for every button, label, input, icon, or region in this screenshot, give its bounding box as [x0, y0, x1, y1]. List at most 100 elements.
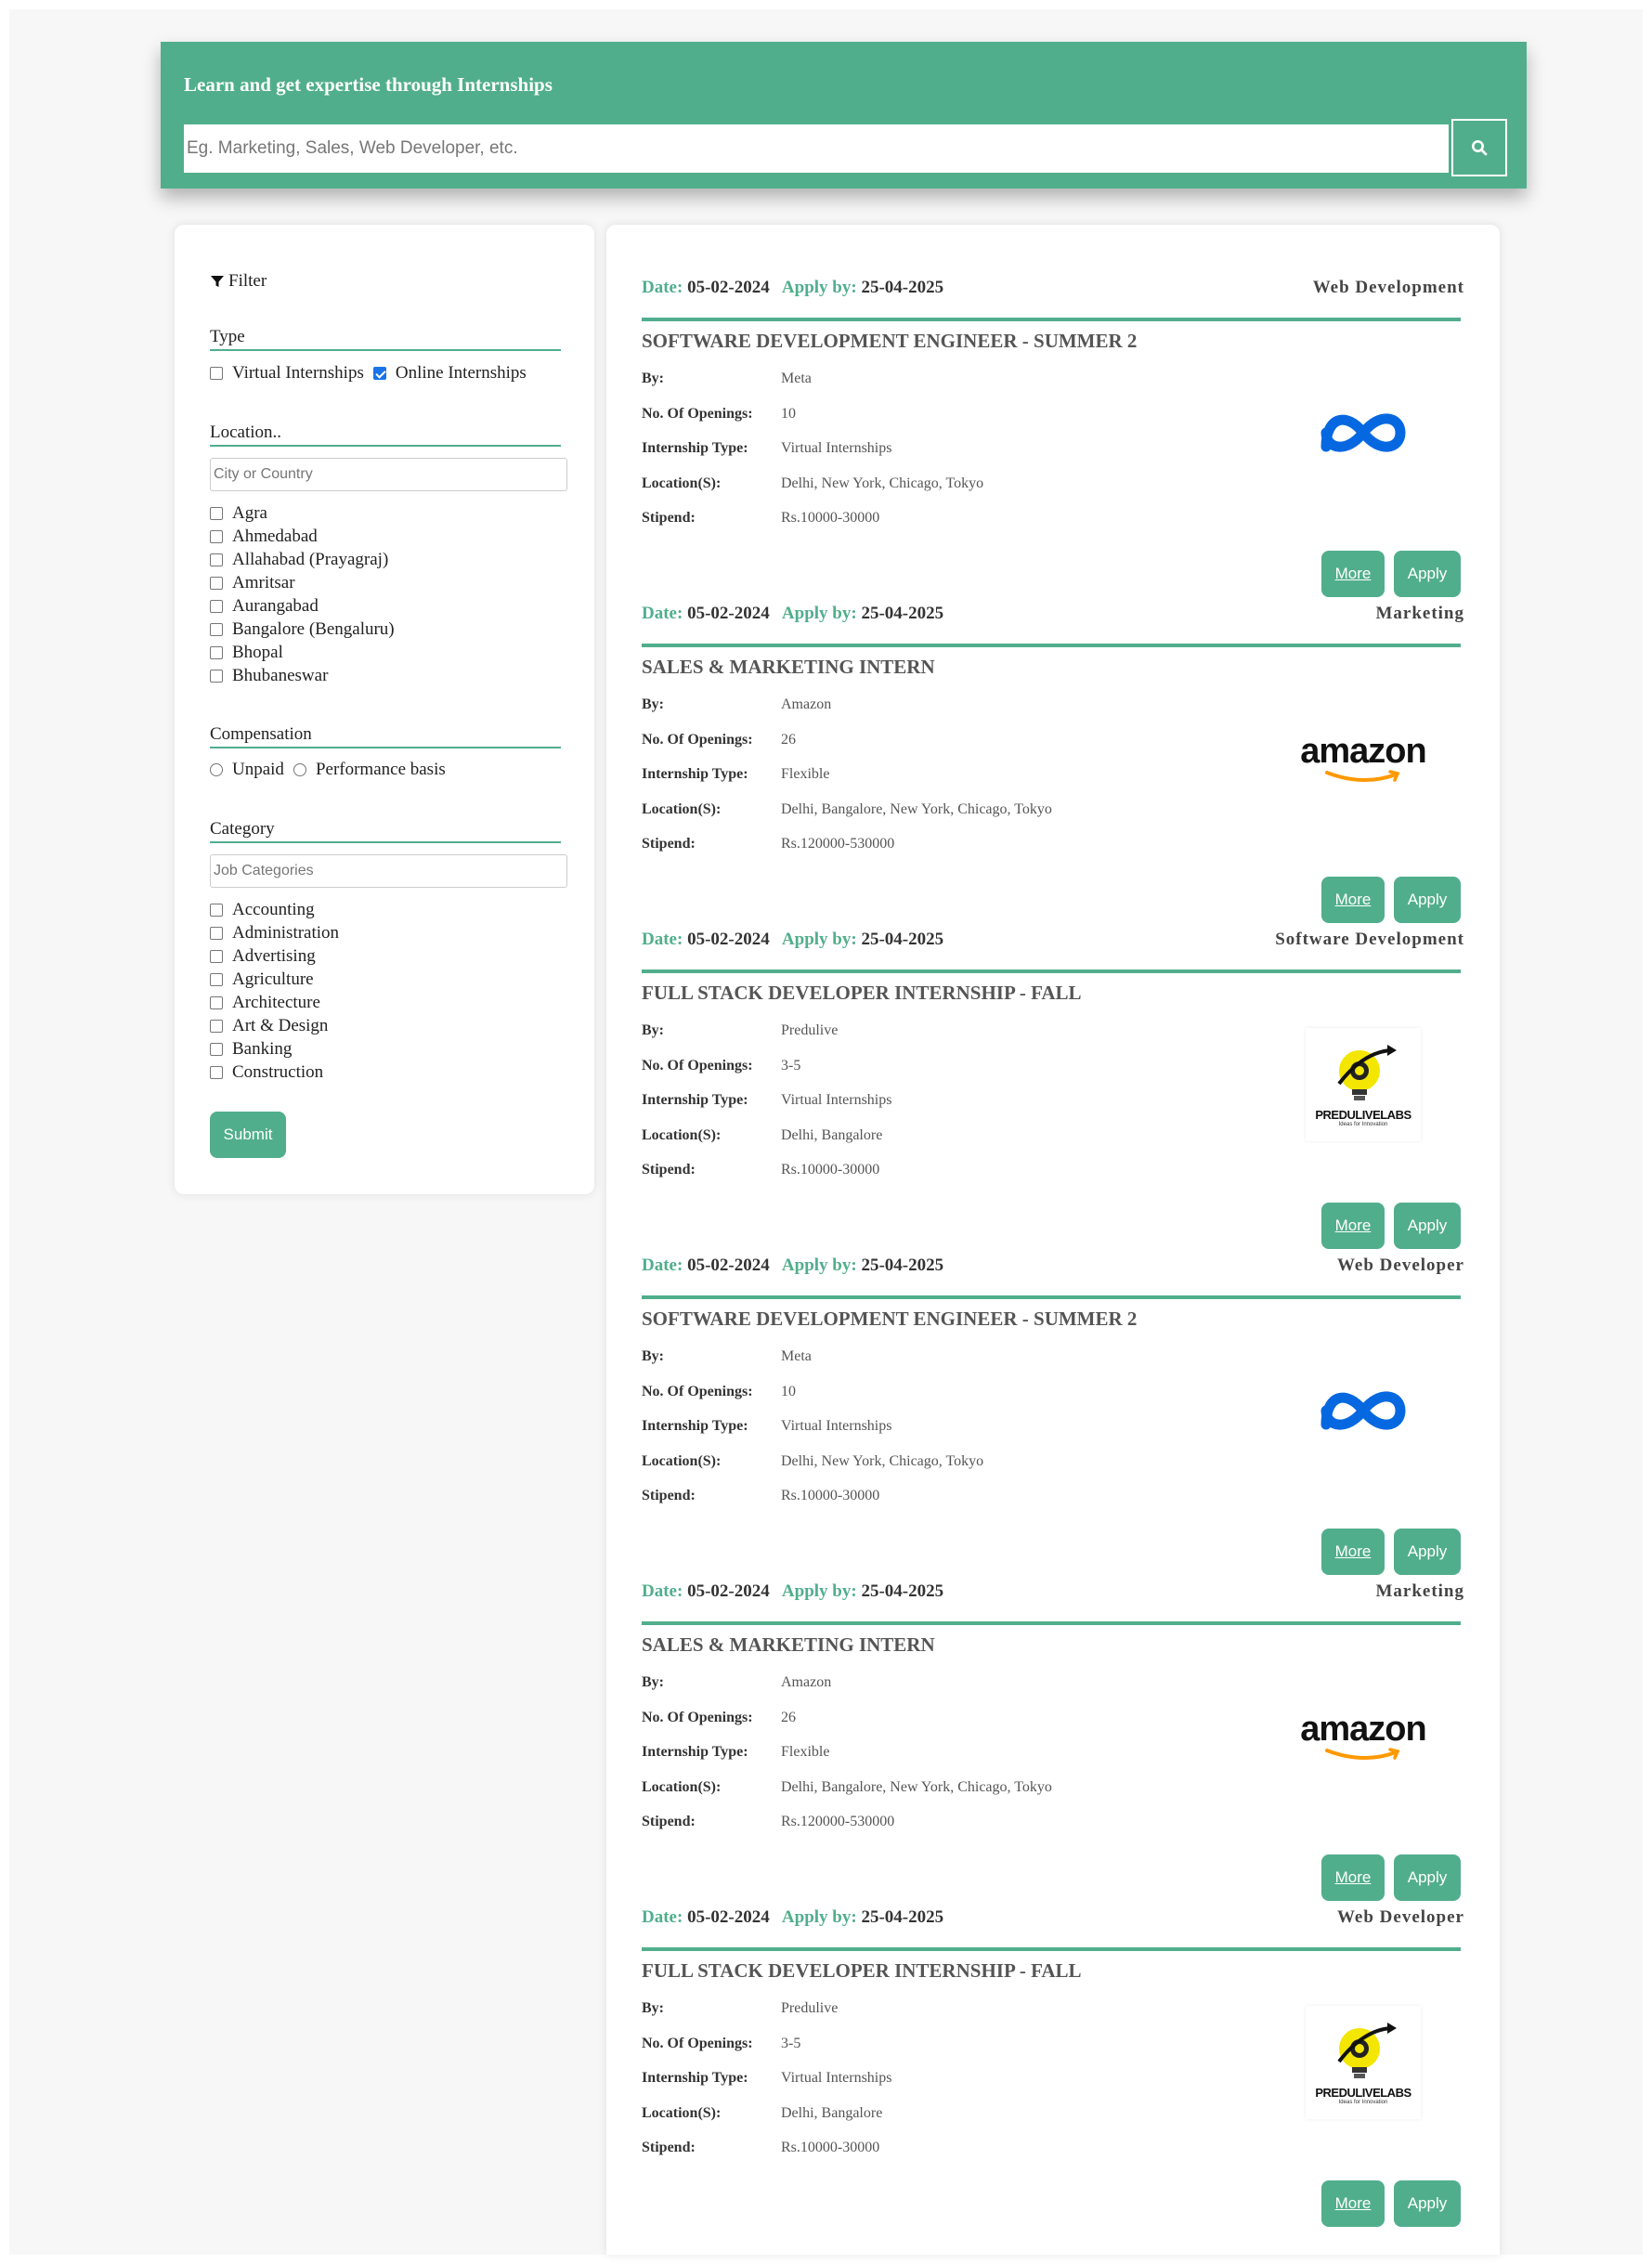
location-option[interactable]: Agra	[210, 503, 267, 524]
location-option[interactable]: Amritsar	[210, 573, 295, 593]
performance-radio[interactable]	[293, 763, 306, 776]
internship-card: Date: 05-02-2024 Apply by: 25-04-2025 Ma…	[606, 604, 1500, 930]
more-button[interactable]: More	[1321, 1854, 1385, 1901]
posted-date: 05-02-2024	[687, 930, 770, 949]
company-label: By:	[642, 2000, 664, 2016]
type-label: Internship Type:	[642, 766, 748, 782]
more-button[interactable]: More	[1321, 1529, 1385, 1575]
category-checkbox[interactable]	[210, 950, 223, 963]
category-option[interactable]: Construction	[210, 1062, 323, 1083]
location-heading: Location..	[210, 423, 561, 447]
location-search-input[interactable]: City or Country	[210, 458, 567, 491]
location-option[interactable]: Ahmedabad	[210, 527, 318, 547]
location-checkbox[interactable]	[210, 623, 223, 636]
category-option[interactable]: Administration	[210, 923, 339, 943]
hero-banner: Learn and get expertise through Internsh…	[161, 42, 1527, 189]
category-label: Art & Design	[232, 1016, 329, 1035]
job-title: SOFTWARE DEVELOPMENT ENGINEER - SUMMER 2	[642, 1308, 1138, 1330]
apply-button[interactable]: Apply	[1394, 2180, 1461, 2227]
compensation-options[interactable]: Unpaid Performance basis	[210, 760, 446, 780]
apply-button[interactable]: Apply	[1394, 1203, 1461, 1249]
category-option[interactable]: Art & Design	[210, 1016, 328, 1036]
category-checkbox[interactable]	[210, 996, 223, 1009]
apply-by-date: 25-04-2025	[861, 1907, 944, 1927]
meta-logo-icon	[1320, 1391, 1406, 1430]
location-placeholder: City or Country	[214, 466, 313, 482]
apply-button[interactable]: Apply	[1394, 1854, 1461, 1901]
category-option[interactable]: Agriculture	[210, 969, 314, 990]
openings-label: No. Of Openings:	[642, 2036, 753, 2051]
online-checkbox[interactable]	[372, 367, 386, 380]
location-label: Agra	[232, 503, 267, 523]
internship-list: Date: 05-02-2024 Apply by: 25-04-2025 We…	[606, 225, 1500, 2255]
stipend-label: Stipend:	[642, 1814, 696, 1829]
apply-by-label: Apply by:	[781, 278, 857, 297]
type-option-virtual[interactable]: Virtual Internships Online Internships	[210, 363, 527, 384]
location-checkbox[interactable]	[210, 600, 223, 613]
location-option[interactable]: Bangalore (Bengaluru)	[210, 619, 395, 640]
category-checkbox[interactable]	[210, 1020, 223, 1033]
category-checkbox[interactable]	[210, 904, 223, 917]
category-option[interactable]: Banking	[210, 1039, 292, 1060]
lightbulb-gear-icon	[1337, 1044, 1397, 1100]
amazon-smile-icon	[1324, 770, 1400, 783]
date-label: Date:	[642, 278, 683, 297]
compensation-label: Unpaid	[232, 760, 284, 779]
location-option[interactable]: Bhubaneswar	[210, 666, 328, 686]
submit-button[interactable]: Submit	[210, 1112, 286, 1158]
category-option[interactable]: Accounting	[210, 900, 315, 920]
location-checkbox[interactable]	[210, 530, 223, 543]
amazon-smile-icon	[1324, 1748, 1400, 1761]
openings-value: 10	[781, 1384, 796, 1399]
more-button[interactable]: More	[1321, 1203, 1385, 1249]
openings-label: No. Of Openings:	[642, 1710, 753, 1725]
location-checkbox[interactable]	[210, 577, 223, 590]
unpaid-radio[interactable]	[210, 763, 223, 776]
virtual-checkbox[interactable]	[210, 367, 223, 380]
category-checkbox[interactable]	[210, 973, 223, 986]
type-label: Internship Type:	[642, 1418, 748, 1434]
category-option[interactable]: Advertising	[210, 946, 316, 967]
card-category: Software Development	[1275, 930, 1464, 949]
funnel-icon	[211, 276, 224, 287]
stipend-value: Rs.120000-530000	[781, 1814, 895, 1829]
location-checkbox[interactable]	[210, 553, 223, 566]
company-name: Meta	[781, 1348, 812, 1364]
location-checkbox[interactable]	[210, 670, 223, 683]
type-label: Internship Type:	[642, 440, 748, 456]
type-value: Virtual Internships	[781, 1418, 892, 1434]
category-checkbox[interactable]	[210, 927, 223, 940]
predulive-logo-icon: PREDULIVELABS Ideas for Innovation	[1306, 1028, 1421, 1141]
predulive-wordmark: PREDULIVELABS	[1315, 1107, 1411, 1122]
card-dates: Date: 05-02-2024 Apply by: 25-04-2025	[642, 930, 943, 950]
apply-button[interactable]: Apply	[1394, 877, 1461, 923]
location-checkbox[interactable]	[210, 646, 223, 659]
location-option[interactable]: Aurangabad	[210, 596, 319, 617]
location-checkbox[interactable]	[210, 507, 223, 520]
predulive-tagline: Ideas for Innovation	[1338, 1121, 1388, 1127]
search-input[interactable]: Eg. Marketing, Sales, Web Developer, etc…	[184, 124, 1449, 173]
company-name: Amazon	[781, 1674, 832, 1690]
location-option[interactable]: Allahabad (Prayagraj)	[210, 550, 388, 570]
date-label: Date:	[642, 604, 683, 623]
apply-button[interactable]: Apply	[1394, 1529, 1461, 1575]
more-button[interactable]: More	[1321, 551, 1385, 597]
category-checkbox[interactable]	[210, 1043, 223, 1056]
location-option[interactable]: Bhopal	[210, 643, 283, 663]
category-checkbox[interactable]	[210, 1066, 223, 1079]
search-button[interactable]	[1451, 119, 1507, 176]
stipend-value: Rs.120000-530000	[781, 836, 895, 852]
more-button[interactable]: More	[1321, 877, 1385, 923]
card-dates: Date: 05-02-2024 Apply by: 25-04-2025	[642, 278, 943, 298]
more-button[interactable]: More	[1321, 2180, 1385, 2227]
stipend-value: Rs.10000-30000	[781, 2140, 880, 2155]
category-option[interactable]: Architecture	[210, 993, 320, 1013]
date-label: Date:	[642, 930, 683, 949]
apply-button[interactable]: Apply	[1394, 551, 1461, 597]
category-search-input[interactable]: Job Categories	[210, 854, 567, 888]
company-name: Amazon	[781, 696, 832, 712]
company-name: Predulive	[781, 1022, 839, 1038]
apply-by-label: Apply by:	[781, 604, 857, 623]
apply-by-date: 25-04-2025	[861, 1581, 944, 1601]
card-category: Web Developer	[1336, 1256, 1464, 1275]
